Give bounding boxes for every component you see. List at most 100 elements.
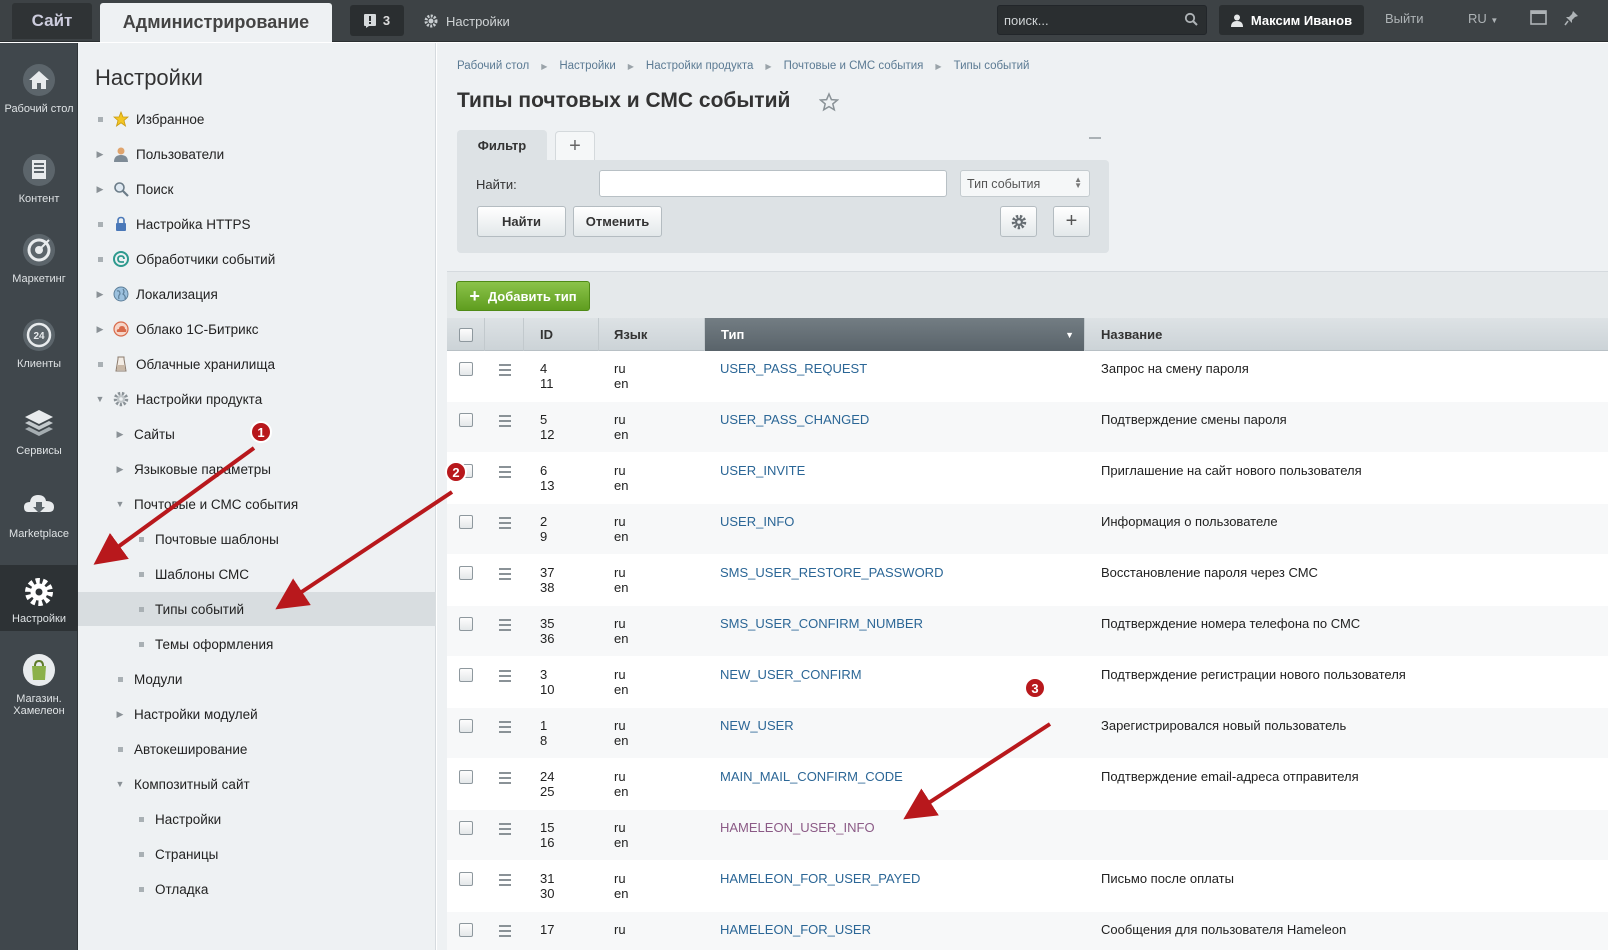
expand-arrow-icon[interactable]: ▶ xyxy=(94,184,106,195)
nav-item-module-settings[interactable]: ▶ Настройки модулей xyxy=(78,697,436,731)
table-row[interactable]: 15 16 ru en HAMELEON_USER_INFO xyxy=(447,810,1608,860)
breadcrumb-item[interactable]: Настройки продукта xyxy=(646,60,754,72)
row-menu-icon[interactable] xyxy=(499,874,511,889)
cell-type-link[interactable]: USER_INVITE xyxy=(720,463,805,478)
table-row[interactable]: 37 38 ru en SMS_USER_RESTORE_PASSWORD Восстан… xyxy=(447,555,1608,605)
nav-item-composite-debug[interactable]: Отладка xyxy=(78,872,436,906)
row-checkbox[interactable] xyxy=(459,515,473,529)
row-menu-icon[interactable] xyxy=(499,619,511,634)
table-row[interactable]: 24 25 ru en MAIN_MAIL_CONFIRM_CODE Подтвержде… xyxy=(447,759,1608,809)
nav-item-url-processing[interactable]: ▶ Обработка адресов xyxy=(78,907,436,930)
nav-item-composite-pages[interactable]: Страницы xyxy=(78,837,436,871)
filter-settings-button[interactable] xyxy=(1000,206,1037,237)
nav-item-composite-site[interactable]: ▼ Композитный сайт xyxy=(78,767,436,801)
expand-arrow-icon[interactable]: ▶ xyxy=(114,919,126,930)
row-menu-icon[interactable] xyxy=(499,772,511,787)
cell-type-link[interactable]: USER_INFO xyxy=(720,514,794,529)
column-header-lang[interactable]: Язык xyxy=(599,318,705,351)
cell-type-link[interactable]: USER_PASS_CHANGED xyxy=(720,412,869,427)
table-row[interactable]: 17 ru HAMELEON_FOR_USER Сообщения для польз… xyxy=(447,912,1608,950)
notifications-button[interactable]: 3 xyxy=(350,5,404,36)
row-checkbox[interactable] xyxy=(459,617,473,631)
nav-item-https[interactable]: Настройка HTTPS xyxy=(78,207,436,241)
cell-type-link[interactable]: HAMELEON_FOR_USER xyxy=(720,922,871,937)
nav-item-themes[interactable]: Темы оформления xyxy=(78,627,436,661)
nav-item-autocache[interactable]: Автокеширование xyxy=(78,732,436,766)
cell-type-link[interactable]: HAMELEON_FOR_USER_PAYED xyxy=(720,871,920,886)
window-icon[interactable] xyxy=(1530,10,1547,25)
cell-type-link[interactable]: HAMELEON_USER_INFO xyxy=(720,820,875,835)
sidebar-item-marketplace[interactable]: Marketplace xyxy=(0,488,78,540)
cell-type-link[interactable]: SMS_USER_CONFIRM_NUMBER xyxy=(720,616,923,631)
row-checkbox[interactable] xyxy=(459,872,473,886)
site-tab[interactable]: Сайт xyxy=(12,3,92,39)
cell-type-link[interactable]: NEW_USER_CONFIRM xyxy=(720,667,862,682)
filter-tab[interactable]: Фильтр xyxy=(457,130,547,160)
row-checkbox[interactable] xyxy=(459,770,473,784)
table-row[interactable]: 6 13 ru en USER_INVITE Приглашение на сайт но… xyxy=(447,453,1608,503)
nav-item-favorites[interactable]: Избранное xyxy=(78,102,436,136)
user-menu-button[interactable]: Максим Иванов xyxy=(1219,5,1364,35)
language-selector[interactable]: RU ▼ xyxy=(1468,11,1498,26)
nav-item-product-settings[interactable]: ▼ Настройки продукта xyxy=(78,382,436,416)
collapse-arrow-icon[interactable]: ▼ xyxy=(114,499,126,509)
event-type-select[interactable]: Тип события ▲ ▼ xyxy=(960,170,1090,197)
collapse-arrow-icon[interactable]: ▼ xyxy=(94,394,106,404)
logout-link[interactable]: Выйти xyxy=(1385,11,1424,26)
table-row[interactable]: 31 30 ru en HAMELEON_FOR_USER_PAYED Письмо по… xyxy=(447,861,1608,911)
column-header-type[interactable]: Тип ▼ xyxy=(705,318,1085,351)
row-checkbox[interactable] xyxy=(459,923,473,937)
favorite-star-icon[interactable] xyxy=(819,92,839,112)
search-input[interactable] xyxy=(998,6,1178,34)
row-menu-icon[interactable] xyxy=(499,415,511,430)
row-menu-icon[interactable] xyxy=(499,823,511,838)
nav-item-search[interactable]: ▶ Поиск xyxy=(78,172,436,206)
collapse-filter-icon[interactable] xyxy=(1089,137,1101,139)
nav-item-cloud-storage[interactable]: Облачные хранилища xyxy=(78,347,436,381)
row-menu-icon[interactable] xyxy=(499,364,511,379)
settings-link[interactable]: Настройки xyxy=(424,10,510,32)
column-header-id[interactable]: ID xyxy=(524,318,599,351)
cell-type-link[interactable]: MAIN_MAIL_CONFIRM_CODE xyxy=(720,769,903,784)
breadcrumb-item[interactable]: Почтовые и СМС события xyxy=(784,60,924,72)
row-checkbox[interactable] xyxy=(459,668,473,682)
add-filter-tab-button[interactable]: + xyxy=(555,131,595,160)
sidebar-item-content[interactable]: Контент xyxy=(0,153,78,205)
nav-item-mail-templates[interactable]: Почтовые шаблоны xyxy=(78,522,436,556)
sidebar-item-shop[interactable]: Магазин. Хамелеон xyxy=(0,653,78,717)
table-row[interactable]: 4 11 ru en USER_PASS_REQUEST Запрос на смену … xyxy=(447,351,1608,401)
cell-type-link[interactable]: SMS_USER_RESTORE_PASSWORD xyxy=(720,565,943,580)
nav-item-localization[interactable]: ▶ Локализация xyxy=(78,277,436,311)
sidebar-item-settings[interactable]: Настройки xyxy=(0,565,78,631)
row-checkbox[interactable] xyxy=(459,413,473,427)
row-menu-icon[interactable] xyxy=(499,670,511,685)
row-checkbox[interactable] xyxy=(459,566,473,580)
expand-arrow-icon[interactable]: ▶ xyxy=(114,429,126,440)
expand-arrow-icon[interactable]: ▶ xyxy=(114,464,126,475)
nav-item-sms-templates[interactable]: Шаблоны СМС xyxy=(78,557,436,591)
cancel-button[interactable]: Отменить xyxy=(573,206,662,237)
expand-arrow-icon[interactable]: ▶ xyxy=(94,149,106,160)
table-row[interactable]: 1 8 ru en NEW_USER Зарегистрировался новый по… xyxy=(447,708,1608,758)
row-menu-icon[interactable] xyxy=(499,466,511,481)
find-input[interactable] xyxy=(599,170,947,197)
row-menu-icon[interactable] xyxy=(499,925,511,940)
expand-arrow-icon[interactable]: ▶ xyxy=(94,324,106,335)
table-row[interactable]: 2 9 ru en USER_INFO Информация о пользователе xyxy=(447,504,1608,554)
breadcrumb-item[interactable]: Типы событий xyxy=(954,60,1030,72)
column-header-name[interactable]: Название xyxy=(1085,318,1608,351)
add-type-button[interactable]: + Добавить тип xyxy=(456,281,590,311)
breadcrumb-item[interactable]: Рабочий стол xyxy=(457,60,529,72)
table-row[interactable]: 35 36 ru en SMS_USER_CONFIRM_NUMBER Подтвержд… xyxy=(447,606,1608,656)
admin-tab[interactable]: Администрирование xyxy=(100,3,332,42)
sidebar-item-marketing[interactable]: Маркетинг xyxy=(0,233,78,285)
expand-arrow-icon[interactable]: ▶ xyxy=(94,289,106,300)
row-menu-icon[interactable] xyxy=(499,721,511,736)
row-checkbox[interactable] xyxy=(459,719,473,733)
nav-item-event-handlers[interactable]: Обработчики событий xyxy=(78,242,436,276)
table-row[interactable]: 5 12 ru en USER_PASS_CHANGED Подтверждение см… xyxy=(447,402,1608,452)
nav-item-users[interactable]: ▶ Пользователи xyxy=(78,137,436,171)
breadcrumb-item[interactable]: Настройки xyxy=(559,60,615,72)
nav-item-composite-settings[interactable]: Настройки xyxy=(78,802,436,836)
sidebar-item-clients[interactable]: 24 Клиенты xyxy=(0,318,78,370)
